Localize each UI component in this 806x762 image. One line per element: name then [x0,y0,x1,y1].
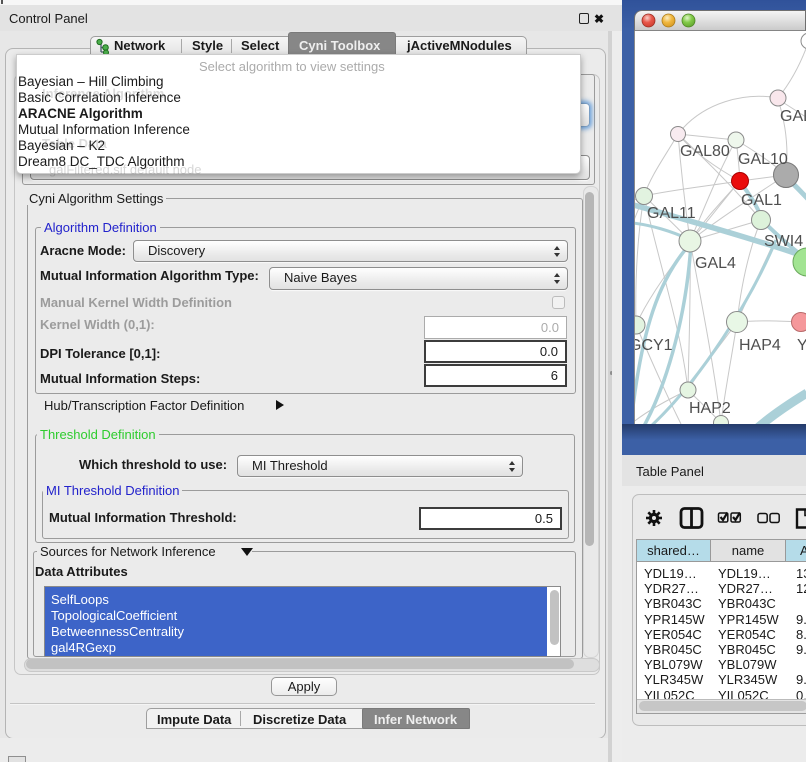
svg-text:Y: Y [797,337,806,354]
svg-text:GAL4: GAL4 [695,255,736,272]
svg-text:GCY1: GCY1 [635,337,673,354]
svg-text:GAL10: GAL10 [738,151,788,168]
svg-text:GAL80: GAL80 [680,143,730,160]
svg-text:GAL1: GAL1 [741,192,782,209]
svg-text:GAL7: GAL7 [780,108,806,125]
svg-text:SWI4: SWI4 [764,233,803,250]
svg-text:HAP4: HAP4 [739,337,781,354]
svg-text:HAP2: HAP2 [689,400,731,417]
svg-text:GAL11: GAL11 [647,205,696,222]
